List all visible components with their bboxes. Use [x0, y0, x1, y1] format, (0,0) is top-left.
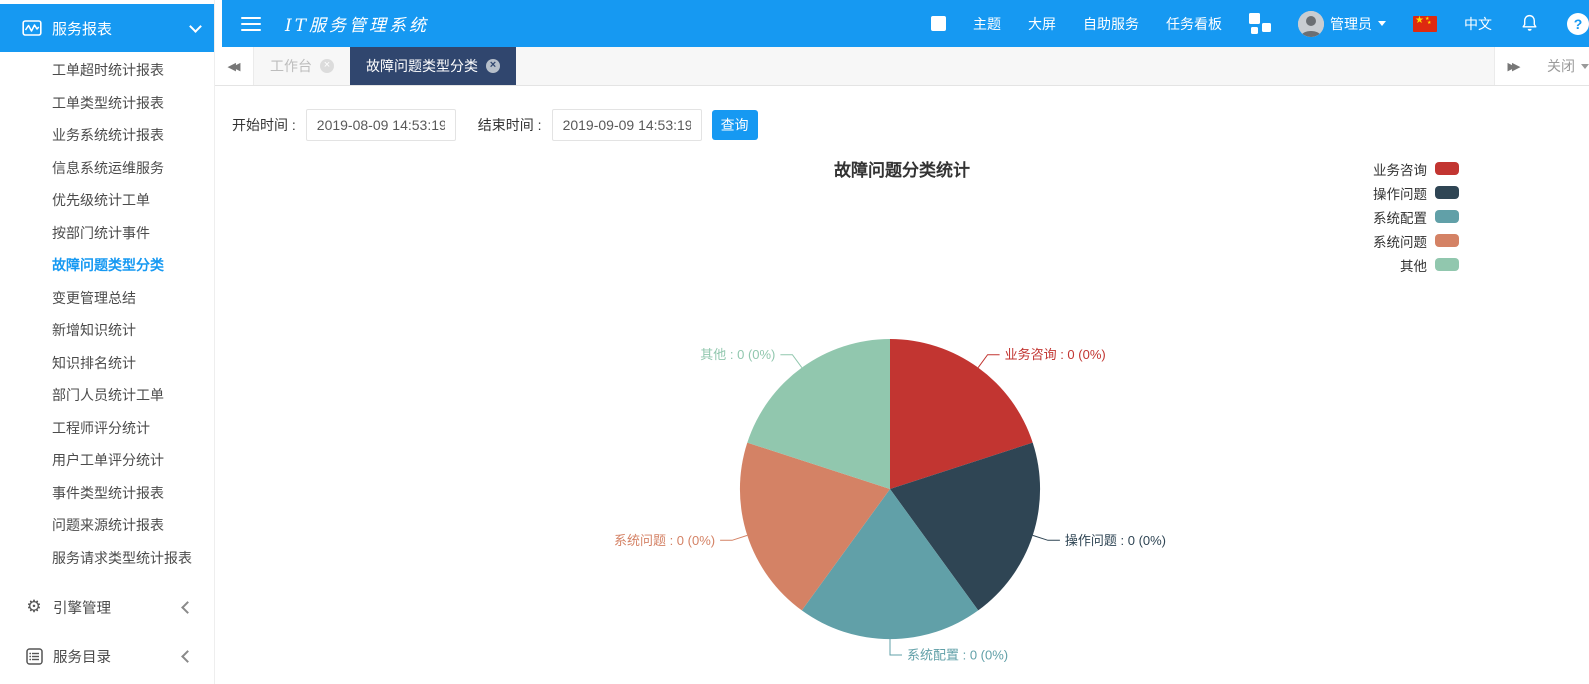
content: 开始时间 : 结束时间 : 查询 故障问题分类统计 业务咨询操作问题系统配置系统… [215, 86, 1589, 684]
chevron-down-icon [1581, 64, 1589, 69]
sidebar-section-catalog[interactable]: 服务目录 [0, 640, 214, 672]
sidebar-item[interactable]: 故障问题类型分类 [0, 249, 214, 282]
sidebar-item[interactable]: 知识排名统计 [0, 347, 214, 380]
pie-chart: 业务咨询 : 0 (0%) 操作问题 : 0 (0%) 系统配置 : 0 (0%) 系… [215, 86, 1589, 684]
sidebar-item[interactable]: 工单类型统计报表 [0, 87, 214, 120]
tabbar: ◀◀ 工作台×故障问题类型分类× ▶▶ 关闭 [215, 47, 1589, 86]
topbar-item-taskboard[interactable]: 任务看板 [1166, 14, 1222, 34]
gear-icon: ⚙ [25, 598, 43, 616]
chevron-left-icon [181, 601, 194, 614]
topbar-right: 主题 大屏 自助服务 任务看板 管理员 [931, 11, 1589, 37]
sidebar-item[interactable]: 按部门统计事件 [0, 217, 214, 250]
pie-label: 操作问题 : 0 (0%) [1065, 533, 1166, 548]
fullscreen-icon[interactable] [931, 16, 946, 31]
sidebar-item[interactable]: 事件类型统计报表 [0, 477, 214, 510]
pie-label: 业务咨询 : 0 (0%) [1005, 347, 1106, 362]
sidebar-item[interactable]: 用户工单评分统计 [0, 444, 214, 477]
sidebar-header-label: 服务报表 [52, 18, 191, 39]
avatar [1298, 11, 1324, 37]
pie-label: 系统问题 : 0 (0%) [614, 533, 715, 548]
chevron-down-icon [1378, 21, 1386, 26]
close-all-tabs-button[interactable]: 关闭 [1533, 47, 1589, 85]
sidebar-item[interactable]: 工程师评分统计 [0, 412, 214, 445]
pie-label-line [720, 535, 747, 540]
tab-scroll-right-icon[interactable]: ▶▶ [1494, 47, 1533, 85]
pie-label-line [1033, 535, 1060, 540]
sidebar-item[interactable]: 业务系统统计报表 [0, 119, 214, 152]
tab-故障问题类型分类[interactable]: 故障问题类型分类× [350, 47, 516, 85]
sidebar-item[interactable]: 变更管理总结 [0, 282, 214, 315]
menu-icon[interactable] [241, 13, 261, 35]
catalog-list-icon [25, 647, 43, 665]
sidebar-menu: 工单超时统计报表工单类型统计报表业务系统统计报表信息系统运维服务优先级统计工单按… [0, 52, 214, 574]
tab-close-icon[interactable]: × [486, 59, 500, 73]
topbar-item-bigscreen[interactable]: 大屏 [1028, 14, 1056, 34]
pie-label-line [978, 355, 999, 368]
app-root: IT服务管理系统 主题 大屏 自助服务 任务看板 [0, 0, 1589, 684]
user-name: 管理员 [1330, 14, 1372, 34]
pie-label: 系统配置 : 0 (0%) [907, 648, 1008, 663]
user-menu[interactable]: 管理员 [1298, 11, 1386, 37]
chevron-down-icon [189, 20, 202, 33]
sidebar: 服务报表 工单超时统计报表工单类型统计报表业务系统统计报表信息系统运维服务优先级… [0, 0, 215, 684]
pie-label: 其他 : 0 (0%) [700, 347, 775, 362]
sidebar-item[interactable]: 问题来源统计报表 [0, 509, 214, 542]
main-area: ◀◀ 工作台×故障问题类型分类× ▶▶ 关闭 开始时间 : 结束时间 : 查询 … [215, 47, 1589, 684]
report-chart-icon [22, 18, 42, 38]
sidebar-item[interactable]: 部门人员统计工单 [0, 379, 214, 412]
chevron-left-icon [181, 650, 194, 663]
topbar-item-theme[interactable]: 主题 [973, 14, 1001, 34]
tab-list: 工作台×故障问题类型分类× [254, 47, 516, 85]
apps-grid-icon[interactable] [1249, 13, 1271, 35]
tab-close-icon[interactable]: × [320, 59, 334, 73]
topbar: IT服务管理系统 主题 大屏 自助服务 任务看板 [222, 0, 1589, 47]
sidebar-item[interactable]: 工单超时统计报表 [0, 54, 214, 87]
tab-scroll-left-icon[interactable]: ◀◀ [215, 47, 254, 85]
app-title: IT服务管理系统 [285, 11, 429, 36]
china-flag-icon[interactable]: ★ ★ ★ [1413, 16, 1437, 32]
tab-工作台[interactable]: 工作台× [254, 47, 350, 85]
sidebar-item[interactable]: 服务请求类型统计报表 [0, 542, 214, 575]
notification-bell-icon[interactable] [1519, 13, 1540, 34]
help-icon[interactable]: ? [1567, 13, 1589, 35]
sidebar-item[interactable]: 优先级统计工单 [0, 184, 214, 217]
sidebar-section-engine[interactable]: ⚙ 引擎管理 [0, 591, 214, 623]
language-switch[interactable]: 中文 [1464, 14, 1492, 34]
topbar-item-selfservice[interactable]: 自助服务 [1083, 14, 1139, 34]
pie-label-line [890, 639, 902, 655]
sidebar-header[interactable]: 服务报表 [0, 4, 214, 52]
sidebar-item[interactable]: 信息系统运维服务 [0, 152, 214, 185]
sidebar-item[interactable]: 新增知识统计 [0, 314, 214, 347]
pie-label-line [780, 355, 801, 368]
